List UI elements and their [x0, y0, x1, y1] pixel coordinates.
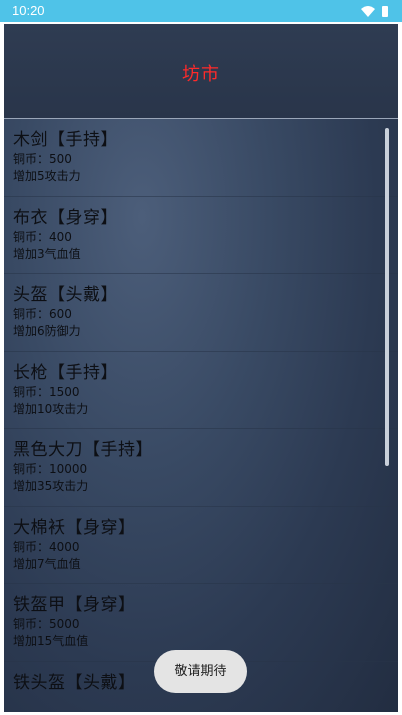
market-screen: 坊市 木剑【手持】 铜币：500 增加5攻击力 布衣【身穿】 铜币：400 增加…	[4, 24, 398, 714]
battery-icon	[382, 6, 388, 17]
status-bar: 10:20	[0, 0, 402, 22]
list-item[interactable]: 长枪【手持】 铜币：1500 增加10攻击力	[4, 352, 398, 429]
item-list[interactable]: 木剑【手持】 铜币：500 增加5攻击力 布衣【身穿】 铜币：400 增加3气血…	[4, 119, 398, 714]
item-effect: 增加35攻击力	[13, 479, 89, 493]
item-effect: 增加7气血值	[13, 556, 81, 571]
item-name: 长枪【手持】	[13, 362, 118, 383]
item-effect: 增加5攻击力	[13, 169, 81, 183]
item-price: 铜币：1500	[13, 384, 80, 399]
list-scrollbar[interactable]	[385, 128, 389, 466]
item-name: 黑色大刀【手持】	[13, 440, 153, 460]
item-effect: 增加6防御力	[13, 324, 81, 338]
item-effect: 增加10攻击力	[13, 401, 89, 416]
status-icons	[361, 6, 388, 17]
wifi-icon	[361, 6, 375, 17]
toast-message: 敬请期待	[154, 650, 247, 693]
list-item[interactable]: 大棉袄【身穿】 铜币：4000 增加7气血值	[4, 507, 398, 584]
item-effect: 增加3气血值	[13, 246, 81, 261]
status-time: 10:20	[12, 3, 45, 18]
market-header: 坊市	[4, 24, 398, 119]
item-price: 铜币：5000	[13, 617, 80, 631]
list-item[interactable]: 布衣【身穿】 铜币：400 增加3气血值	[4, 197, 398, 274]
list-item[interactable]: 头盔【头戴】 铜币：600 增加6防御力	[4, 274, 398, 352]
item-price: 铜币：10000	[13, 462, 88, 476]
item-name: 木剑【手持】	[13, 130, 118, 150]
page-title: 坊市	[182, 64, 220, 85]
item-name: 大棉袄【身穿】	[13, 517, 136, 538]
item-name: 头盔【头戴】	[13, 285, 118, 305]
item-effect: 增加15气血值	[13, 634, 89, 648]
item-price: 铜币：500	[13, 152, 72, 166]
list-item[interactable]: 木剑【手持】 铜币：500 增加5攻击力	[4, 119, 398, 197]
list-item[interactable]: 黑色大刀【手持】 铜币：10000 增加35攻击力	[4, 429, 398, 507]
item-price: 铜币：400	[13, 229, 72, 244]
item-name: 布衣【身穿】	[13, 207, 118, 228]
item-name: 铁盔甲【身穿】	[13, 595, 136, 615]
item-price: 铜币：4000	[13, 539, 80, 554]
item-price: 铜币：600	[13, 307, 72, 321]
